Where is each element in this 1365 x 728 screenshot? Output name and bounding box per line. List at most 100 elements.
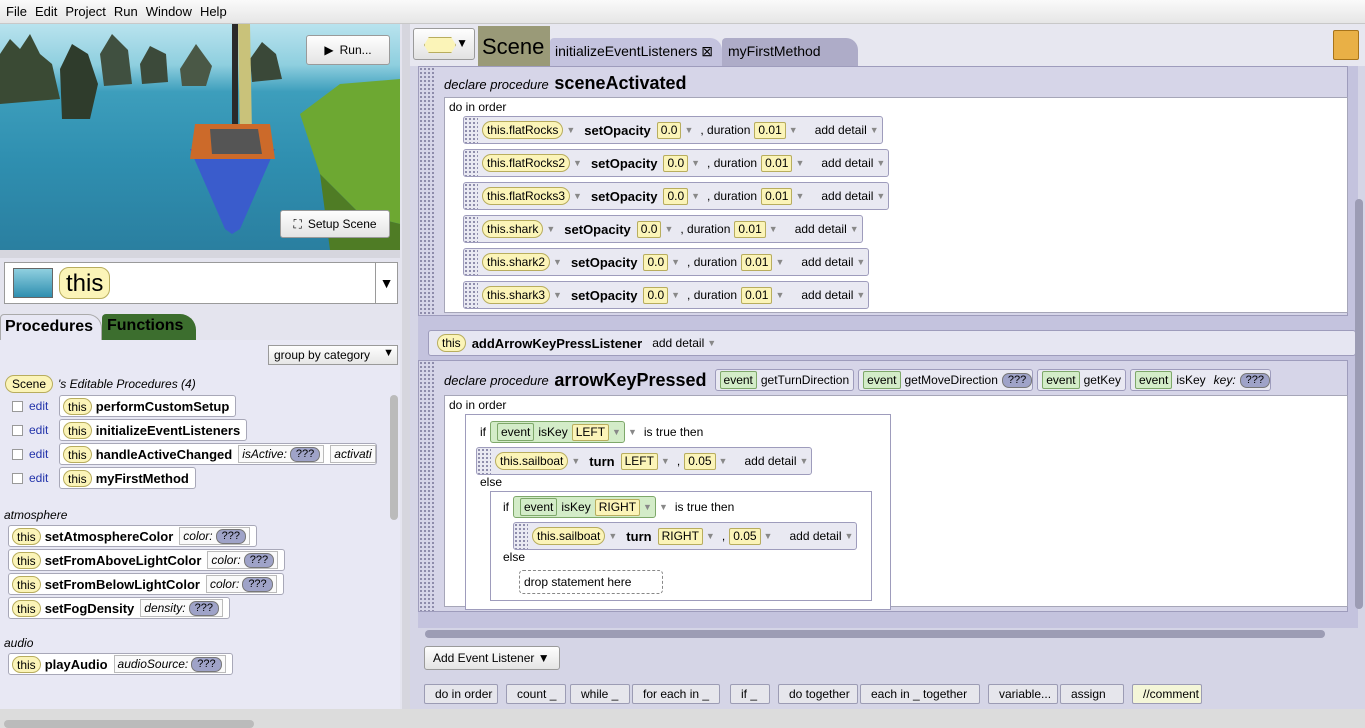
value-pill[interactable]: 0.0 [643,253,669,271]
param-value[interactable]: ??? [1001,372,1033,388]
param-value[interactable]: ??? [243,552,275,568]
edit-link[interactable]: edit [29,471,59,485]
event-pill[interactable]: event [520,498,558,516]
edit-link[interactable]: edit [29,399,59,413]
tab-my-first-method[interactable]: myFirstMethod [722,38,858,66]
object-pill[interactable]: this.flatRocks3 [482,187,571,205]
dropdown-icon[interactable]: ▼ [856,257,865,267]
drag-grip[interactable] [464,249,478,275]
event-pill[interactable]: event [1134,371,1173,389]
statement-row[interactable]: this.shark ▼ setOpacity 0.0 ▼, duration 0.01 ▼… [463,215,863,243]
event-pill[interactable]: event [1042,371,1080,389]
add-detail-button[interactable]: add detail [789,529,841,543]
value-pill[interactable]: 0.0 [656,121,682,139]
direction-pill[interactable]: RIGHT [657,527,703,545]
setup-scene-button[interactable]: ⛶ Setup Scene [280,210,390,238]
dropdown-icon[interactable]: ▼ [573,158,582,168]
control-assign[interactable]: assign [1060,684,1124,704]
drag-grip[interactable] [477,448,491,474]
object-pill[interactable]: this.shark [482,220,544,238]
add-detail-button[interactable]: add detail [815,123,867,137]
dropdown-icon[interactable]: ▼ [719,456,728,466]
object-pill[interactable]: this.shark2 [482,253,551,271]
event-pill[interactable]: event [497,423,535,441]
procedure-block[interactable]: this myFirstMethod [59,467,196,489]
dropdown-icon[interactable]: ▼ [571,456,580,466]
statement-row[interactable]: this.flatRocks ▼ setOpacity 0.0 ▼, duration 0… [463,116,883,144]
param-value[interactable]: ??? [188,600,219,616]
param-value[interactable]: ??? [1239,372,1271,388]
editor-vertical-scrollbar[interactable] [1355,199,1363,609]
scene-pill[interactable]: Scene [5,375,54,393]
dropdown-icon[interactable]: ▼ [691,158,700,168]
add-detail-button[interactable]: add detail [652,336,704,350]
statement-row[interactable]: this.flatRocks2 ▼ setOpacity 0.0 ▼, duration… [463,149,890,177]
dropdown-icon[interactable]: ▼ [764,531,773,541]
edit-link[interactable]: edit [29,423,59,437]
row-checkbox[interactable] [12,400,23,412]
value-pill[interactable]: 0.0 [663,187,689,205]
drag-grip[interactable] [464,117,478,143]
instance-selector[interactable]: this ▼ [4,262,398,304]
statement-row[interactable]: this.flatRocks3 ▼ setOpacity 0.0 ▼, duration… [463,182,890,210]
duration-pill[interactable]: 0.01 [741,286,773,304]
row-checkbox[interactable] [12,472,23,484]
dropdown-icon[interactable]: ▼ [661,456,670,466]
drag-grip[interactable] [514,523,528,549]
dropdown-icon[interactable]: ▼ [856,290,865,300]
drag-grip[interactable] [464,150,478,176]
nested-if-block[interactable]: if event isKey RIGHT ▼ ▼ is true then this.… [490,491,872,601]
menu-file[interactable]: File [6,4,27,19]
dropdown-icon[interactable]: ▼ [664,224,673,234]
control-each-in-together[interactable]: each in _ together [860,684,980,704]
duration-pill[interactable]: 0.01 [761,187,793,205]
control-if[interactable]: if _ [730,684,770,704]
object-pill[interactable]: this.flatRocks [482,121,564,139]
group-by-select[interactable]: group by category ▼ [268,345,398,365]
object-pill[interactable]: this.shark3 [482,286,551,304]
scene-view[interactable]: ▶ Run... ⛶ Setup Scene [0,24,400,250]
drop-zone[interactable]: drop statement here [519,570,663,594]
amount-pill[interactable]: 0.05 [684,452,716,470]
dropdown-icon[interactable]: ▼ [684,125,693,135]
selector-dropdown-icon[interactable]: ▼ [375,263,397,303]
amount-pill[interactable]: 0.05 [729,527,761,545]
duration-pill[interactable]: 0.01 [741,253,773,271]
tab-scene[interactable]: Scene [478,26,550,66]
menu-run[interactable]: Run [114,4,138,19]
key-pill[interactable]: RIGHT [594,498,641,516]
add-listener-statement[interactable]: this addArrowKeyPressListener add detail… [428,330,1356,356]
object-pill[interactable]: this.sailboat [495,452,569,470]
value-pill[interactable]: 0.0 [636,220,662,238]
procedure-block[interactable]: this setAtmosphereColor color:??? [8,525,257,547]
procedure-block[interactable]: this setFogDensity density:??? [8,597,230,619]
duration-pill[interactable]: 0.01 [761,154,793,172]
drag-grip[interactable] [464,183,478,209]
add-detail-button[interactable]: add detail [821,156,873,170]
control-do-in-order[interactable]: do in order [424,684,498,704]
event-pill[interactable]: event [863,371,901,389]
add-detail-button[interactable]: add detail [821,189,873,203]
add-detail-button[interactable]: add detail [795,222,847,236]
statement-row[interactable]: this.sailboat ▼ turn RIGHT ▼, 0.05 ▼ add detail… [513,522,858,550]
control-for-each[interactable]: for each in _ [632,684,720,704]
statement-row[interactable]: this.sailboat ▼ turn LEFT ▼, 0.05 ▼ add detail ▼ [476,447,813,475]
add-detail-button[interactable]: add detail [801,255,853,269]
dropdown-icon[interactable]: ▼ [707,338,716,348]
param-value[interactable]: ??? [242,576,273,592]
key-pill[interactable]: LEFT [571,423,610,441]
procedure-block[interactable]: this playAudio audioSource:??? [8,653,233,675]
event-param-block[interactable]: event getMoveDirection??? [858,369,1034,391]
duration-pill[interactable]: 0.01 [754,121,786,139]
drag-grip[interactable] [464,282,478,308]
procedure-block[interactable]: this handleActiveChanged isActive:??? activ… [59,443,377,465]
dropdown-icon[interactable]: ▼ [628,427,637,437]
dropdown-icon[interactable]: ▼ [800,456,809,466]
dropdown-icon[interactable]: ▼ [671,290,680,300]
vertical-scrollbar[interactable] [390,395,398,520]
duration-pill[interactable]: 0.01 [734,220,766,238]
event-pill[interactable]: event [719,371,757,389]
dropdown-icon[interactable]: ▼ [659,502,668,512]
add-detail-button[interactable]: add detail [801,288,853,302]
param-value[interactable]: ??? [215,528,246,544]
